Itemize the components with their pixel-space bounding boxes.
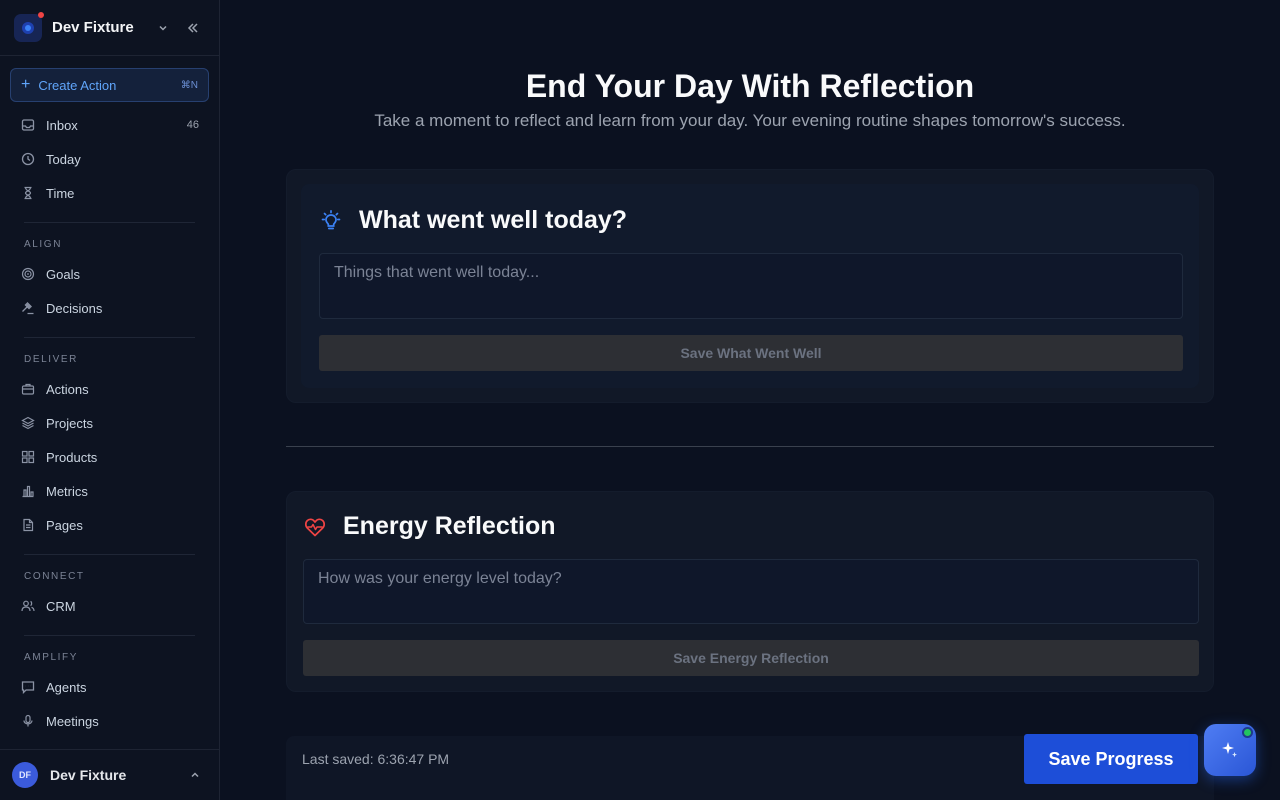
- users-icon: [20, 598, 36, 614]
- heart-pulse-icon: [303, 515, 327, 539]
- hourglass-icon: [20, 185, 36, 201]
- workspace-header: Dev Fixture: [0, 0, 219, 56]
- shortcut-hint: ⌘N: [180, 79, 198, 91]
- sidebar-item-products[interactable]: Products: [0, 440, 219, 474]
- sidebar: Dev Fixture + Create Action ⌘N Inbox 46 …: [0, 0, 220, 800]
- online-status-dot: [1242, 727, 1253, 738]
- page-title: End Your Day With Reflection: [525, 68, 975, 104]
- save-energy-reflection-button[interactable]: Save Energy Reflection: [303, 640, 1199, 676]
- target-icon: [20, 266, 36, 282]
- energy-textarea[interactable]: [303, 559, 1199, 624]
- sidebar-item-label: Decisions: [46, 300, 103, 316]
- sidebar-item-time[interactable]: Time: [0, 176, 219, 210]
- sidebar-item-label: Actions: [46, 381, 89, 397]
- clock-icon: [20, 151, 36, 167]
- went-well-card: What went well today? Save What Went Wel…: [286, 169, 1214, 403]
- sidebar-item-decisions[interactable]: Decisions: [0, 291, 219, 325]
- chat-icon: [20, 679, 36, 695]
- sidebar-item-label: Metrics: [46, 483, 88, 499]
- user-menu[interactable]: DF Dev Fixture: [0, 749, 219, 800]
- sidebar-item-label: Meetings: [46, 713, 99, 729]
- energy-title: Energy Reflection: [343, 512, 556, 540]
- sidebar-item-label: Time: [46, 185, 75, 201]
- went-well-title: What went well today?: [359, 206, 628, 234]
- sidebar-divider: [24, 337, 195, 338]
- energy-heading: Energy Reflection: [303, 512, 556, 541]
- sparkle-icon: [1222, 742, 1237, 758]
- collapse-sidebar-icon[interactable]: [181, 16, 205, 40]
- ai-assistant-button[interactable]: [1204, 724, 1256, 776]
- sidebar-divider: [24, 222, 195, 223]
- sidebar-item-label: Pages: [46, 517, 83, 533]
- section-label-amplify: AMPLIFY: [24, 652, 78, 663]
- inbox-count-badge: 46: [186, 119, 199, 131]
- document-icon: [20, 517, 36, 533]
- lightbulb-icon: [319, 209, 343, 233]
- sidebar-item-projects[interactable]: Projects: [0, 406, 219, 440]
- logo-icon: [22, 21, 34, 34]
- section-label-connect: CONNECT: [24, 571, 85, 582]
- went-well-textarea[interactable]: [319, 253, 1183, 319]
- energy-reflection-card: Energy Reflection Save Energy Reflection: [286, 491, 1214, 692]
- sidebar-divider: [24, 554, 195, 555]
- user-name: Dev Fixture: [50, 767, 127, 783]
- sidebar-item-goals[interactable]: Goals: [0, 257, 219, 291]
- sidebar-item-metrics[interactable]: Metrics: [0, 474, 219, 508]
- section-label-align: ALIGN: [24, 239, 63, 250]
- main-content: End Your Day With Reflection Take a mome…: [220, 0, 1280, 800]
- save-went-well-button[interactable]: Save What Went Well: [319, 335, 1183, 371]
- sidebar-item-label: Projects: [46, 415, 93, 431]
- sidebar-item-meetings[interactable]: Meetings: [0, 704, 219, 738]
- mic-icon: [20, 713, 36, 729]
- chevron-up-icon[interactable]: [183, 763, 207, 787]
- grid-icon: [20, 449, 36, 465]
- sidebar-item-agents[interactable]: Agents: [0, 670, 219, 704]
- layers-icon: [20, 415, 36, 431]
- workspace-logo[interactable]: [14, 11, 44, 42]
- sidebar-item-inbox[interactable]: Inbox 46: [0, 108, 219, 142]
- inbox-icon: [20, 117, 36, 133]
- section-label-deliver: DELIVER: [24, 354, 78, 365]
- create-action-button[interactable]: + Create Action ⌘N: [10, 68, 209, 102]
- sidebar-item-actions[interactable]: Actions: [0, 372, 219, 406]
- sidebar-item-label: Products: [46, 449, 98, 465]
- sidebar-item-label: CRM: [46, 598, 76, 614]
- sidebar-item-pages[interactable]: Pages: [0, 508, 219, 542]
- sidebar-item-label: Today: [46, 151, 81, 167]
- went-well-heading: What went well today?: [319, 206, 627, 235]
- page-subtitle: Take a moment to reflect and learn from …: [374, 111, 1126, 130]
- sidebar-item-today[interactable]: Today: [0, 142, 219, 176]
- avatar: DF: [12, 762, 38, 788]
- bar-chart-icon: [20, 483, 36, 499]
- plus-icon: +: [21, 76, 31, 93]
- workspace-switcher-chevron-down-icon[interactable]: [151, 16, 175, 40]
- save-progress-button[interactable]: Save Progress: [1024, 734, 1198, 784]
- sidebar-item-label: Inbox: [46, 117, 78, 133]
- create-action-label: Create Action: [38, 77, 117, 93]
- last-saved-status: Last saved: 6:36:47 PM: [302, 751, 450, 767]
- workspace-name[interactable]: Dev Fixture: [52, 19, 151, 36]
- notification-dot: [38, 11, 44, 18]
- sidebar-item-crm[interactable]: CRM: [0, 589, 219, 623]
- briefcase-icon: [20, 381, 36, 397]
- sidebar-item-label: Agents: [46, 679, 87, 695]
- sidebar-divider: [24, 635, 195, 636]
- gavel-icon: [20, 300, 36, 316]
- section-divider: [286, 446, 1214, 447]
- sidebar-item-label: Goals: [46, 266, 80, 282]
